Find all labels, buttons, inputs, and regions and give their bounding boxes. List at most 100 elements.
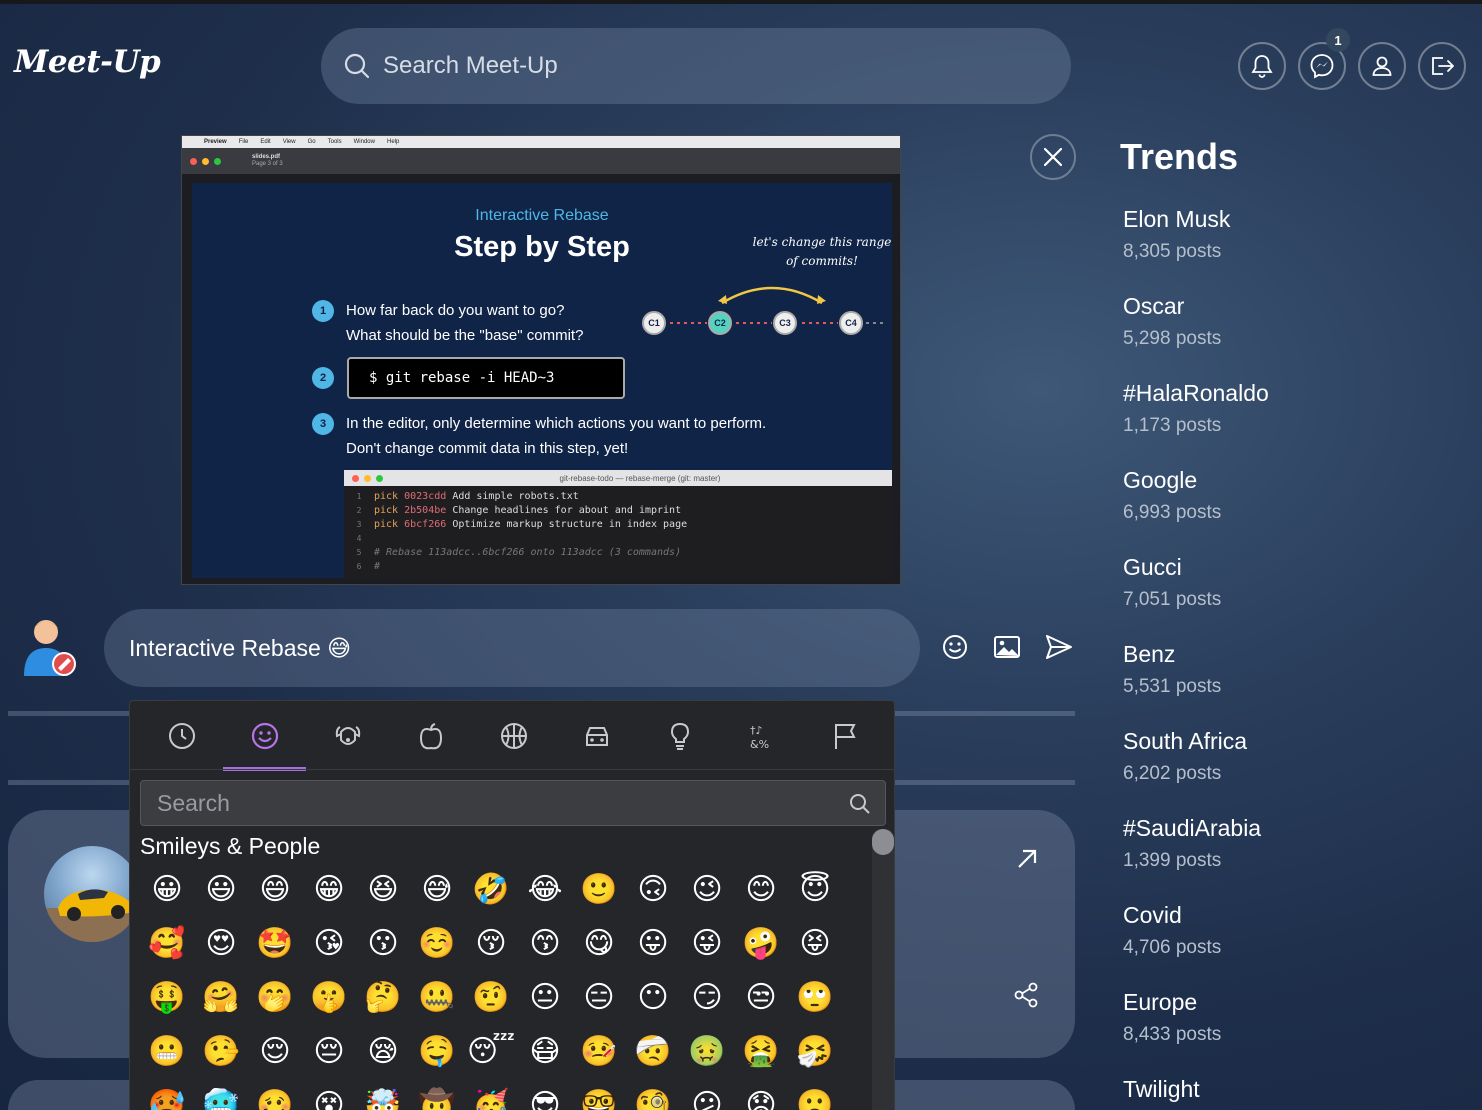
profile-button[interactable] [1358,42,1406,90]
emoji-scrollbar-thumb[interactable] [872,829,894,855]
emoji-item[interactable]: 😘 [302,923,356,963]
emoji-item[interactable]: 😟 [734,1085,788,1110]
emoji-item[interactable]: 🧐 [626,1085,680,1110]
emoji-button-icon[interactable] [940,632,970,662]
emoji-item[interactable]: 🤧 [788,1031,842,1071]
emoji-item[interactable]: 🤯 [356,1085,410,1110]
close-preview-button[interactable] [1030,134,1076,180]
emoji-item[interactable]: 🤢 [680,1031,734,1071]
emoji-item[interactable]: 😊 [734,869,788,909]
tab-food[interactable] [389,701,472,771]
emoji-item[interactable]: 🤤 [410,1031,464,1071]
trend-item[interactable]: #HalaRonaldo 1,173 posts [1123,380,1269,437]
emoji-item[interactable]: 🤒 [572,1031,626,1071]
trend-item[interactable]: Gucci 7,051 posts [1123,554,1221,611]
emoji-item[interactable]: 😙 [518,923,572,963]
tab-recent[interactable] [140,701,223,771]
tab-symbols[interactable]: †♪ &% [721,701,804,771]
post-composer-input[interactable]: Interactive Rebase 😅 [104,609,920,687]
emoji-item[interactable]: 🤥 [194,1031,248,1071]
emoji-item[interactable]: 😛 [626,923,680,963]
emoji-item[interactable]: 😐 [518,977,572,1017]
emoji-item[interactable]: 🥶 [194,1085,248,1110]
trend-item[interactable]: South Africa 6,202 posts [1123,728,1247,785]
emoji-item[interactable]: 😌 [248,1031,302,1071]
tab-smileys[interactable] [223,701,306,771]
emoji-item[interactable]: 🤠 [410,1085,464,1110]
emoji-scrollbar-track[interactable] [872,829,894,1110]
search-input[interactable]: Search Meet-Up [383,52,558,80]
emoji-item[interactable]: 😅 [410,869,464,909]
trend-item[interactable]: Google 6,993 posts [1123,467,1221,524]
emoji-item[interactable]: 🤨 [464,977,518,1017]
emoji-item[interactable]: 🙂 [572,869,626,909]
user-avatar[interactable] [20,616,78,678]
emoji-item[interactable]: 🤑 [140,977,194,1017]
emoji-item[interactable]: 😝 [788,923,842,963]
emoji-item[interactable]: 😃 [194,869,248,909]
emoji-item[interactable]: 😜 [680,923,734,963]
emoji-item[interactable]: 😴 [464,1031,518,1071]
app-logo[interactable]: Meet-Up [14,44,161,80]
trend-item[interactable]: #SaudiArabia 1,399 posts [1123,815,1261,872]
emoji-item[interactable]: 🤐 [410,977,464,1017]
image-upload-icon[interactable] [992,632,1022,662]
tab-flags[interactable] [804,701,887,771]
emoji-item[interactable]: 😒 [734,977,788,1017]
trend-item[interactable]: Elon Musk 8,305 posts [1123,206,1230,263]
emoji-item[interactable]: 🤣 [464,869,518,909]
emoji-item[interactable]: 🥵 [140,1085,194,1110]
emoji-item[interactable]: 😆 [356,869,410,909]
emoji-item[interactable]: 😎 [518,1085,572,1110]
emoji-item[interactable]: 😁 [302,869,356,909]
emoji-item[interactable]: 😉 [680,869,734,909]
emoji-item[interactable]: 😔 [302,1031,356,1071]
tab-travel[interactable] [555,701,638,771]
notifications-button[interactable] [1238,42,1286,90]
messages-button[interactable]: 1 [1298,28,1350,90]
send-icon[interactable] [1044,632,1074,662]
emoji-item[interactable]: 🤕 [626,1031,680,1071]
emoji-item[interactable]: 😑 [572,977,626,1017]
post-image-preview[interactable]: Preview File Edit View Go Tools Window H… [181,135,901,585]
share-icon[interactable] [1012,981,1040,1009]
emoji-item[interactable]: 🤗 [194,977,248,1017]
expand-icon[interactable] [1014,846,1040,872]
emoji-item[interactable]: 😗 [356,923,410,963]
emoji-item[interactable]: 😍 [194,923,248,963]
emoji-item[interactable]: 😏 [680,977,734,1017]
post-author-avatar[interactable] [44,846,140,942]
emoji-item[interactable]: 🤭 [248,977,302,1017]
composer-text[interactable]: Interactive Rebase 😅 [129,635,351,662]
emoji-item[interactable]: ☺️ [410,923,464,963]
tab-objects[interactable] [638,701,721,771]
tab-animals[interactable] [306,701,389,771]
emoji-item[interactable]: 🤫 [302,977,356,1017]
tab-activity[interactable] [472,701,555,771]
emoji-item[interactable]: 🤪 [734,923,788,963]
emoji-item[interactable]: 🤩 [248,923,302,963]
emoji-item[interactable]: 😇 [788,869,842,909]
emoji-item[interactable]: 🤓 [572,1085,626,1110]
emoji-item[interactable]: 😬 [140,1031,194,1071]
emoji-item[interactable]: 🙁 [788,1085,842,1110]
emoji-item[interactable]: 😂 [518,869,572,909]
emoji-item[interactable]: 😚 [464,923,518,963]
emoji-item[interactable]: 🤮 [734,1031,788,1071]
emoji-item[interactable]: 😵 [302,1085,356,1110]
emoji-search-input[interactable]: Search [140,780,886,826]
search-bar[interactable]: Search Meet-Up [321,28,1071,104]
emoji-item[interactable]: 🥰 [140,923,194,963]
trend-item[interactable]: Oscar 5,298 posts [1123,293,1221,350]
trend-item[interactable]: Covid 4,706 posts [1123,902,1221,959]
trend-item[interactable]: Benz 5,531 posts [1123,641,1221,698]
emoji-item[interactable]: 😀 [140,869,194,909]
emoji-item[interactable]: 😄 [248,869,302,909]
emoji-item[interactable]: 🥴 [248,1085,302,1110]
emoji-item[interactable]: 😕 [680,1085,734,1110]
emoji-item[interactable]: 😪 [356,1031,410,1071]
emoji-item[interactable]: 😋 [572,923,626,963]
emoji-item[interactable]: 🤔 [356,977,410,1017]
emoji-item[interactable]: 🙃 [626,869,680,909]
emoji-item[interactable]: 😶 [626,977,680,1017]
